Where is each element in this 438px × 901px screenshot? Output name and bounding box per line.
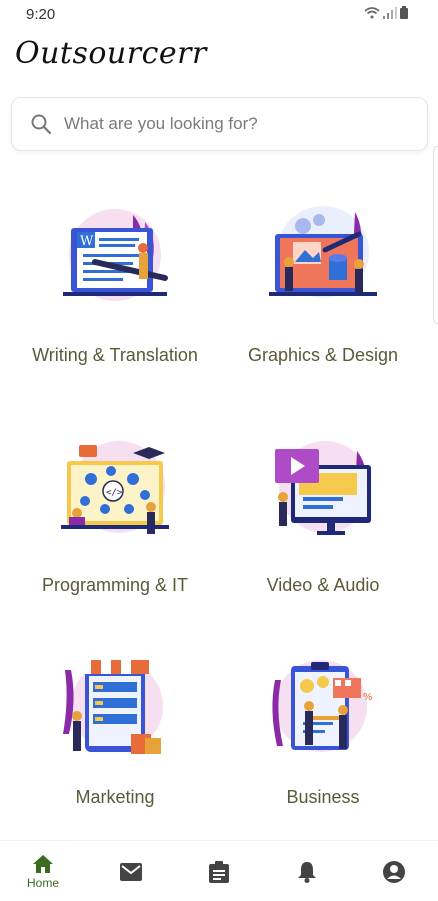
category-label: Marketing <box>75 787 155 807</box>
nav-orders[interactable] <box>189 841 249 901</box>
category-label: Video & Audio <box>266 575 380 595</box>
business-illustration-icon: % <box>272 660 373 752</box>
category-programming-it[interactable]: </> Programming & IT <box>15 415 215 635</box>
side-edge-handle[interactable] <box>433 146 438 324</box>
bottom-nav: Home <box>0 840 438 901</box>
category-business[interactable]: % Business <box>223 630 423 850</box>
status-time: 9:20 <box>26 6 56 23</box>
clipboard-icon <box>209 861 229 883</box>
writing-illustration-icon: W <box>63 209 168 301</box>
status-icons <box>364 6 408 19</box>
category-label: Business <box>286 787 360 807</box>
mail-icon <box>120 863 142 881</box>
svg-text:W: W <box>80 234 94 249</box>
category-label: Writing & Translation <box>32 345 198 365</box>
category-graphics-design[interactable]: Graphics & Design <box>223 180 423 400</box>
category-video-audio[interactable]: Video & Audio <box>223 415 423 635</box>
battery-icon <box>400 6 408 19</box>
nav-notifications[interactable] <box>277 841 337 901</box>
home-icon <box>33 855 53 873</box>
account-icon <box>383 861 405 883</box>
search-bar[interactable] <box>11 97 428 151</box>
svg-text:%: % <box>363 692 373 703</box>
programming-illustration-icon: </> <box>61 441 169 534</box>
bell-icon <box>298 862 316 883</box>
category-label: Programming & IT <box>41 575 189 595</box>
design-illustration-icon <box>269 206 377 298</box>
nav-home[interactable]: Home <box>13 841 73 901</box>
svg-text:</>: </> <box>106 488 123 498</box>
app-logo: Outsourcerr <box>15 36 207 71</box>
video-illustration-icon <box>275 441 371 535</box>
category-label: Graphics & Design <box>247 345 399 365</box>
category-writing-translation[interactable]: W Writing & Translation <box>15 180 215 400</box>
wifi-icon <box>364 7 380 19</box>
marketing-illustration-icon <box>63 660 163 754</box>
nav-home-label: Home <box>26 876 59 890</box>
nav-profile[interactable] <box>364 841 424 901</box>
search-icon <box>31 114 52 135</box>
signal-icon <box>383 7 397 19</box>
search-input[interactable] <box>62 113 396 135</box>
nav-messages[interactable] <box>101 841 161 901</box>
status-bar: 9:20 <box>0 0 438 28</box>
category-marketing[interactable]: Marketing <box>15 630 215 850</box>
